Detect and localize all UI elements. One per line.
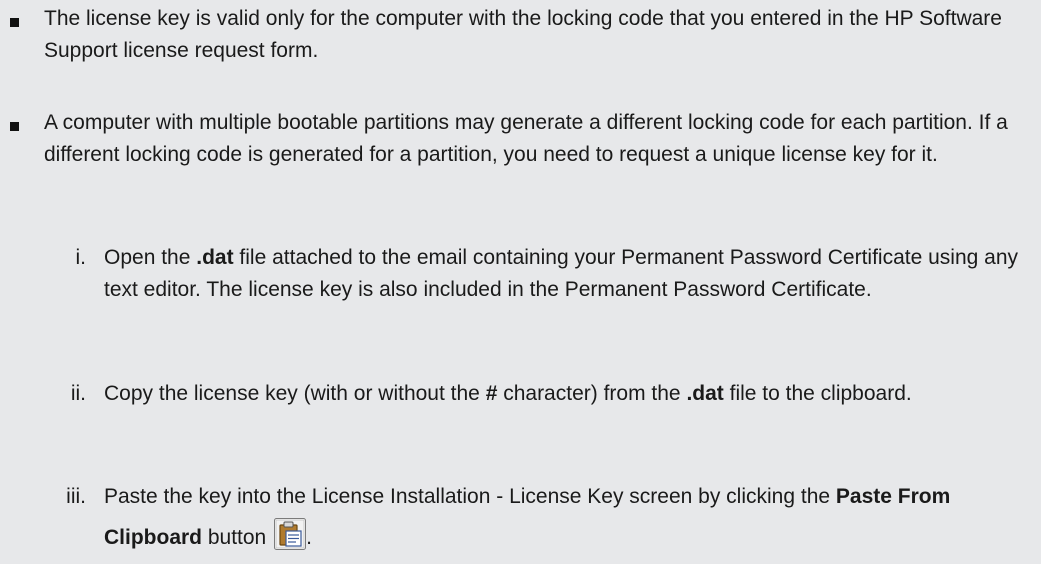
bullet-marker xyxy=(10,122,19,131)
step-text: Open the .dat file attached to the email… xyxy=(104,246,1019,301)
hash-character: # xyxy=(485,382,498,405)
bullet-text: A computer with multiple bootable partit… xyxy=(44,111,1008,166)
file-extension: .dat xyxy=(686,382,724,405)
step-marker: i. xyxy=(75,246,87,269)
step-marker: ii. xyxy=(70,382,86,405)
paste-from-clipboard-icon xyxy=(274,518,307,550)
document-content: The license key is valid only for the co… xyxy=(0,0,1041,550)
bullet-text: The license key is valid only for the co… xyxy=(44,7,1002,62)
step-text: Copy the license key (with or without th… xyxy=(104,382,912,405)
bullet-marker xyxy=(10,18,19,27)
step-marker: iii. xyxy=(66,485,86,508)
file-extension: .dat xyxy=(196,246,234,269)
